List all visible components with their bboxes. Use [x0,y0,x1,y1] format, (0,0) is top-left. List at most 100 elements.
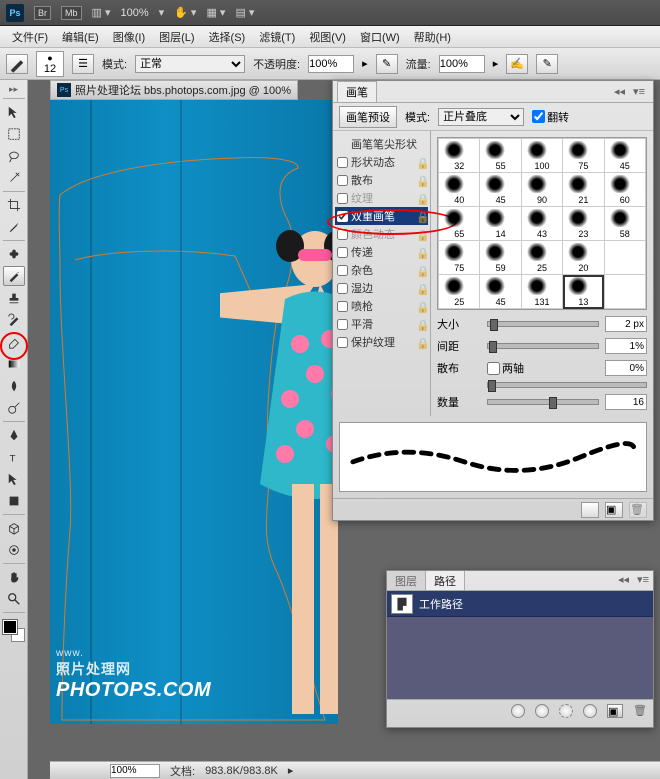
tools-collapse-icon[interactable]: ▸▸ [9,84,18,95]
brush-thumb[interactable]: 13 [563,275,604,309]
brush-panel-toggle[interactable]: ☰ [72,54,94,74]
setting-scattering[interactable]: 散布🔒 [335,171,428,189]
path-to-selection-button[interactable] [559,704,573,718]
brush-thumb[interactable]: 43 [521,207,562,241]
setting-transfer[interactable]: 传递🔒 [335,243,428,261]
hand-tool[interactable] [3,567,25,587]
brush-thumb[interactable]: 25 [521,241,562,275]
menu-view[interactable]: 视图(V) [303,27,352,47]
dual-mode-select[interactable]: 正片叠底 [438,108,524,126]
gradient-tool[interactable] [3,354,25,374]
path-item-work-path[interactable]: 工作路径 [387,591,653,617]
brush-thumb[interactable]: 25 [439,275,480,309]
setting-smoothing[interactable]: 平滑🔒 [335,315,428,333]
brush-thumb[interactable]: 45 [480,275,521,309]
status-zoom-input[interactable] [110,764,160,778]
brush-thumb[interactable]: 23 [563,207,604,241]
new-path-button[interactable]: ▣ [607,704,623,718]
delete-preset-button[interactable]: 🗑 [629,502,647,518]
setting-shape-dynamics[interactable]: 形状动态🔒 [335,153,428,171]
lasso-tool[interactable] [3,146,25,166]
setting-airbrush[interactable]: 喷枪🔒 [335,297,428,315]
brush-thumb[interactable]: 32 [439,139,480,173]
brush-thumb[interactable]: 90 [521,173,562,207]
wand-tool[interactable] [3,168,25,188]
brush-panel-tab[interactable]: 画笔 [337,81,377,102]
3d-tool[interactable] [3,518,25,538]
setting-wet-edges[interactable]: 湿边🔒 [335,279,428,297]
marquee-tool[interactable] [3,124,25,144]
setting-noise[interactable]: 杂色🔒 [335,261,428,279]
menu-edit[interactable]: 编辑(E) [56,27,105,47]
brush-tool[interactable] [3,266,25,286]
crop-tool[interactable] [3,195,25,215]
airbrush-button[interactable]: ✍ [506,54,528,74]
setting-color-dynamics[interactable]: 颜色动态🔒 [335,225,428,243]
paths-list[interactable]: 工作路径 [387,591,653,699]
arrange-icon[interactable]: ▦ ▾ [206,6,225,19]
opacity-input[interactable] [308,55,354,73]
menu-image[interactable]: 图像(I) [107,27,151,47]
new-preset-button[interactable]: ▣ [605,502,623,518]
opacity-flyout-icon[interactable]: ▸ [362,57,368,70]
bridge-button[interactable]: Br [34,6,51,20]
brush-thumb[interactable]: 58 [604,207,645,241]
canvas[interactable]: www. 照片处理网 PHOTOPS.COM [50,100,338,724]
brush-thumb[interactable]: 60 [604,173,645,207]
camera-tool[interactable] [3,540,25,560]
menu-window[interactable]: 窗口(W) [354,27,406,47]
brush-thumb[interactable]: 59 [480,241,521,275]
menu-file[interactable]: 文件(F) [6,27,54,47]
flow-input[interactable] [439,55,485,73]
delete-path-button[interactable]: 🗑 [633,704,647,717]
eraser-tool[interactable] [3,332,25,352]
paths-tab[interactable]: 路径 [426,571,465,590]
brush-thumb[interactable]: 45 [480,173,521,207]
type-tool[interactable]: T [3,447,25,467]
zoom-tool[interactable] [3,589,25,609]
stroke-path-button[interactable] [535,704,549,718]
size-slider[interactable] [487,321,599,327]
brush-presets-button[interactable]: 画笔预设 [339,106,397,128]
dual-brush-thumbnails[interactable]: 3255100754540459021606514432358755925202… [437,137,647,310]
spacing-input[interactable] [605,338,647,354]
brush-thumb[interactable]: 75 [563,139,604,173]
panel-menu-icon[interactable]: ▾≡ [629,85,649,98]
setting-texture[interactable]: 纹理🔒 [335,189,428,207]
size-input[interactable] [605,316,647,332]
path-select-tool[interactable] [3,469,25,489]
fill-path-button[interactable] [511,704,525,718]
shape-tool[interactable] [3,491,25,511]
menu-filter[interactable]: 滤镜(T) [253,27,301,47]
menu-help[interactable]: 帮助(H) [408,27,457,47]
blend-mode-select[interactable]: 正常 [135,55,245,73]
current-tool-icon[interactable] [6,54,28,74]
blur-tool[interactable] [3,376,25,396]
menu-layer[interactable]: 图层(L) [153,27,200,47]
pen-tool[interactable] [3,425,25,445]
flow-flyout-icon[interactable]: ▸ [493,57,499,70]
zoom-level[interactable]: 100% [121,7,149,19]
brush-thumb[interactable]: 20 [563,241,604,275]
dodge-tool[interactable] [3,398,25,418]
paths-collapse-icon[interactable]: ◂◂ [614,571,633,590]
brush-thumb[interactable]: 100 [521,139,562,173]
brush-thumb[interactable] [604,241,645,275]
menu-select[interactable]: 选择(S) [203,27,252,47]
brush-thumb[interactable]: 131 [521,275,562,309]
brush-thumb[interactable]: 45 [604,139,645,173]
tablet-opacity-button[interactable]: ✎ [376,54,398,74]
paths-menu-icon[interactable]: ▾≡ [633,571,653,590]
setting-protect-texture[interactable]: 保护纹理🔒 [335,333,428,351]
setting-tip-shape[interactable]: 画笔笔尖形状 [335,135,428,153]
layers-tab[interactable]: 图层 [387,571,426,590]
count-input[interactable] [605,394,647,410]
tablet-size-button[interactable]: ✎ [536,54,558,74]
scatter-slider[interactable] [487,382,647,388]
brush-preset-picker[interactable]: ● 12 [36,51,64,77]
setting-dual-brush[interactable]: 双重画笔🔒 [335,207,428,225]
stamp-tool[interactable] [3,288,25,308]
brush-thumb[interactable] [604,275,645,309]
flip-checkbox[interactable]: 翻转 [532,109,569,125]
healing-tool[interactable] [3,244,25,264]
